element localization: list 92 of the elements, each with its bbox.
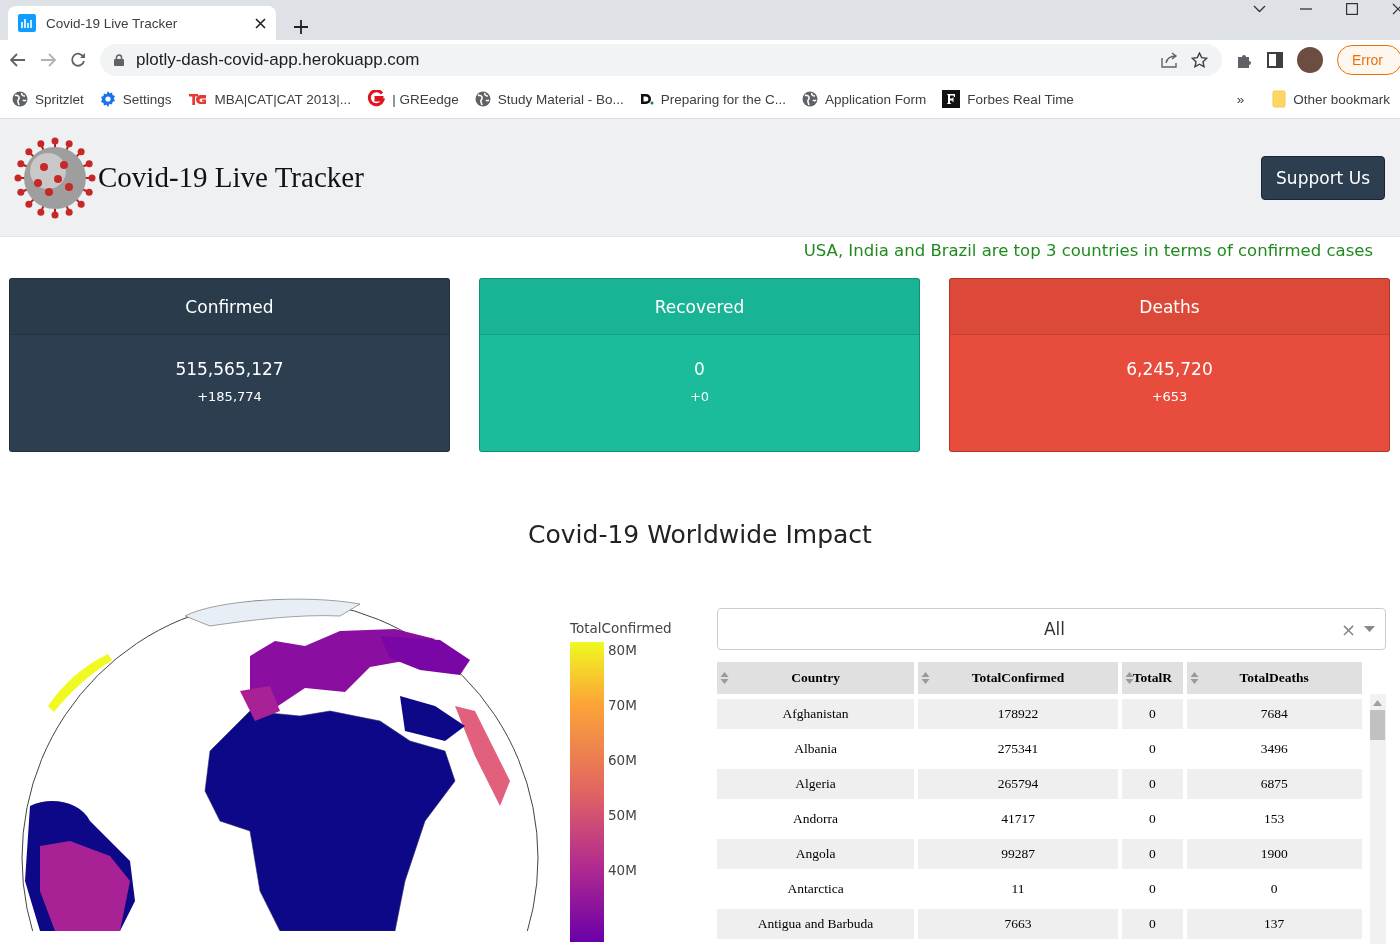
section-title: Covid-19 Worldwide Impact bbox=[528, 520, 872, 549]
globe-icon bbox=[12, 91, 28, 107]
column-header[interactable]: Country bbox=[717, 662, 915, 694]
table-cell-text: 41717 bbox=[1000, 810, 1036, 828]
browser-tab[interactable]: Covid-19 Live Tracker bbox=[8, 6, 276, 40]
table-cell: 137 bbox=[1186, 909, 1362, 939]
bookmark-link[interactable]: Forbes Real Time bbox=[967, 91, 1074, 107]
address-bar[interactable]: plotly-dash-covid-app.herokuapp.com bbox=[100, 44, 1222, 76]
lock-icon bbox=[114, 54, 124, 66]
tagline: USA, India and Brazil are top 3 countries in terms of confirmed cases bbox=[803, 241, 1373, 260]
table-cell: 6875 bbox=[1186, 769, 1362, 799]
virus-logo-icon bbox=[14, 136, 96, 219]
bookmark-link[interactable]: Preparing for the C... bbox=[660, 91, 787, 107]
colorbar-tick: 70M bbox=[608, 697, 637, 713]
support-button[interactable]: Support Us bbox=[1261, 155, 1385, 200]
reload-icon[interactable] bbox=[70, 52, 86, 68]
d-logo-icon bbox=[639, 92, 654, 106]
close-window-icon[interactable] bbox=[1392, 3, 1400, 15]
caret-icon[interactable] bbox=[1364, 626, 1375, 632]
table-cell-text: Antarctica bbox=[786, 880, 845, 898]
tg-logo-icon bbox=[187, 91, 208, 107]
scroll-thumb[interactable] bbox=[1370, 710, 1386, 740]
card-title: Confirmed bbox=[185, 296, 274, 317]
bookmark-link[interactable]: Settings bbox=[122, 91, 172, 107]
colorbar-tick: 60M bbox=[608, 752, 637, 768]
card-value: 0 bbox=[694, 359, 705, 379]
table-cell-text: Andorra bbox=[792, 810, 840, 828]
tab-title: Covid-19 Live Tracker bbox=[46, 15, 179, 31]
colorbar-title: TotalConfirmed bbox=[570, 620, 673, 636]
table-cell: 1900 bbox=[1186, 839, 1362, 869]
bookmark-link[interactable]: MBA|CAT|CAT 2013|... bbox=[214, 91, 352, 107]
table-cell: 0 bbox=[1121, 699, 1183, 729]
card-title: Deaths bbox=[1139, 296, 1200, 317]
table-cell: Angola bbox=[717, 839, 915, 869]
profile-avatar[interactable] bbox=[1296, 47, 1323, 73]
star-icon[interactable] bbox=[1190, 52, 1208, 68]
bookmark-link[interactable]: Study Material - Bo... bbox=[497, 91, 624, 107]
country-dropdown[interactable]: All × bbox=[717, 608, 1386, 650]
bookmark-link[interactable]: Spritzlet bbox=[35, 91, 84, 107]
app-title: Covid-19 Live Tracker bbox=[98, 161, 364, 194]
globe-icon bbox=[802, 91, 819, 107]
back-icon[interactable] bbox=[10, 53, 26, 67]
table-cell-text: 0 bbox=[1147, 880, 1157, 898]
globe-icon bbox=[474, 91, 491, 107]
chart-favicon-icon bbox=[18, 14, 36, 32]
share-icon[interactable] bbox=[1160, 52, 1179, 68]
table-cell-text: 0 bbox=[1269, 880, 1279, 898]
card-change: +653 bbox=[1151, 389, 1188, 404]
card-value: 515,565,127 bbox=[175, 359, 284, 379]
bookmark-link[interactable]: Other bookmark bbox=[1293, 91, 1390, 107]
table-cell: 0 bbox=[1121, 769, 1183, 799]
table-cell-text: Albania bbox=[793, 740, 838, 758]
table-cell-text: 153 bbox=[1263, 810, 1286, 828]
column-header[interactable]: TotalDeaths bbox=[1186, 662, 1362, 694]
close-icon[interactable] bbox=[255, 17, 266, 29]
gear-icon bbox=[99, 91, 116, 107]
clear-button[interactable]: × bbox=[1340, 618, 1356, 640]
chevron-down-icon[interactable] bbox=[1253, 5, 1266, 13]
f-logo-icon bbox=[942, 90, 961, 108]
new-tab-icon[interactable] bbox=[294, 20, 308, 34]
card-change: +185,774 bbox=[197, 389, 262, 404]
table-cell-text: 3496 bbox=[1259, 740, 1289, 758]
folder-icon bbox=[1272, 90, 1287, 108]
table-cell: 99287 bbox=[918, 839, 1118, 869]
table-cell: Algeria bbox=[717, 769, 915, 799]
table-cell-text: 11 bbox=[1010, 880, 1026, 898]
table-cell: Afghanistan bbox=[717, 699, 915, 729]
maximize-icon[interactable] bbox=[1346, 3, 1358, 15]
table-cell-text: 0 bbox=[1147, 740, 1157, 758]
table-cell-text: 275341 bbox=[996, 740, 1040, 758]
side-panel-icon[interactable] bbox=[1266, 52, 1283, 68]
bookmark-link[interactable]: Application Form bbox=[825, 91, 927, 107]
column-header[interactable]: TotalConfirmed bbox=[918, 662, 1118, 694]
table-cell: 0 bbox=[1121, 909, 1183, 939]
scrollbar[interactable] bbox=[1369, 694, 1386, 944]
card-value: 6,245,720 bbox=[1126, 359, 1213, 379]
card-title: Recovered bbox=[654, 296, 745, 317]
column-header[interactable]: TotalR bbox=[1121, 662, 1183, 694]
table-cell: 7684 bbox=[1186, 699, 1362, 729]
card-change: +0 bbox=[689, 389, 710, 404]
more-bookmarks-button[interactable]: » bbox=[1236, 91, 1245, 107]
table-cell: 265794 bbox=[918, 769, 1118, 799]
table-cell: 7663 bbox=[918, 909, 1118, 939]
table-cell: Antigua and Barbuda bbox=[717, 909, 915, 939]
bookmark-link[interactable]: | GREedge bbox=[392, 91, 459, 107]
colorbar-tick: 50M bbox=[608, 807, 637, 823]
table-cell: 0 bbox=[1121, 839, 1183, 869]
table-cell-text: 0 bbox=[1147, 810, 1157, 828]
table-cell: 178922 bbox=[918, 699, 1118, 729]
colorbar-tick: 80M bbox=[608, 642, 637, 658]
colorbar-tick: 40M bbox=[608, 862, 637, 878]
g-logo-icon bbox=[367, 90, 386, 108]
